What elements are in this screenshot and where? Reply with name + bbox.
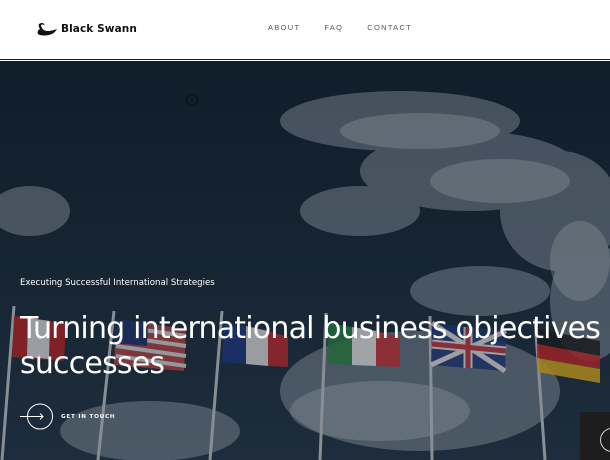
nav-link-faq[interactable]: FAQ [324,23,343,32]
hero-headline: Turning international business objective… [20,311,610,381]
scroll-ring-icon [600,428,610,452]
brand-logo-link[interactable]: Black Swann [36,19,137,39]
cursor-indicator [186,94,198,106]
swan-icon [37,23,57,36]
get-in-touch-label: GET IN TOUCH [61,413,116,420]
hero-section: Executing Successful International Strat… [0,61,610,460]
arrow-right-circle-icon [20,403,54,430]
get-in-touch-button[interactable]: GET IN TOUCH [20,403,115,430]
nav-link-contact[interactable]: CONTACT [367,23,412,32]
nav-link-about[interactable]: ABOUT [268,23,300,32]
hero-overlay [0,61,610,460]
site-header: Black Swann ABOUT FAQ CONTACT [0,0,610,60]
hero-headline-line2: successes [20,346,165,381]
brand-name: Black Swann [61,23,137,35]
hero-tagline: Executing Successful International Strat… [20,278,215,288]
hero-headline-line1: Turning international business objective… [20,311,610,346]
scroll-widget[interactable] [580,412,610,460]
main-nav: ABOUT FAQ CONTACT [268,23,436,32]
